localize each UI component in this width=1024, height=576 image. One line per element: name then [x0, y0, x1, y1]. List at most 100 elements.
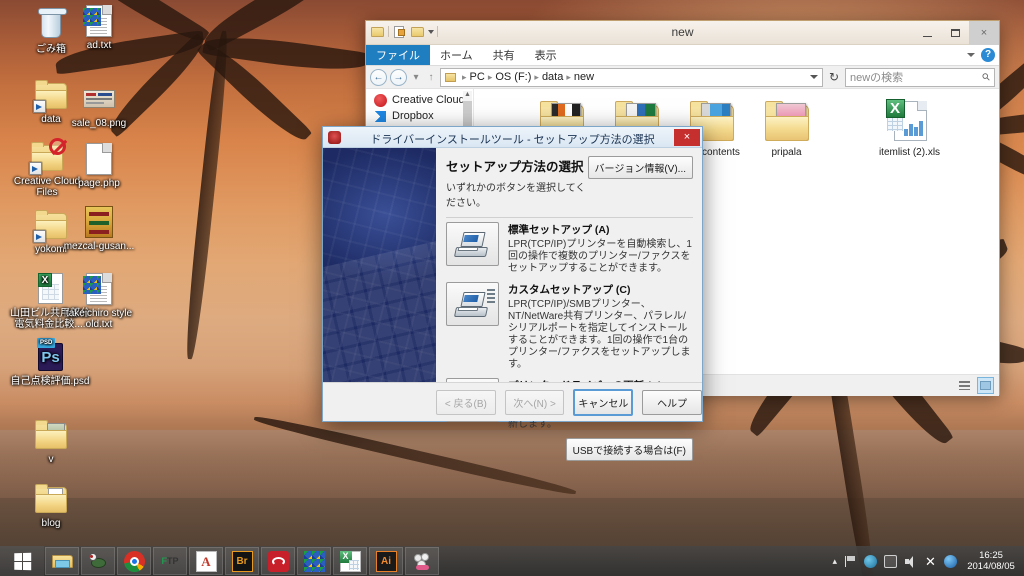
- close-button[interactable]: ×: [969, 21, 999, 45]
- maximize-button[interactable]: [941, 21, 969, 45]
- desktop-icon-takeichiro-style[interactable]: takeichiro style old.txt: [62, 272, 136, 330]
- printer-custom-icon[interactable]: [446, 282, 499, 326]
- address-bar-row[interactable]: ← → ▾ ↑ ▸ PC ▸ OS (F:) ▸ data ▸ new ↻ ne…: [366, 66, 999, 89]
- cancel-button[interactable]: キャンセル: [573, 388, 634, 416]
- dialog-footer: < 戻る(B) 次へ(N) > キャンセル ヘルプ: [323, 382, 703, 421]
- desktop-icon-label: sale_08.png: [71, 118, 127, 129]
- close-x-icon[interactable]: ✕: [924, 555, 937, 568]
- back-button[interactable]: < 戻る(B): [436, 389, 496, 415]
- option-standard-setup[interactable]: 標準セットアップ (A) LPR(TCP/IP)プリンターを自動検索し、1回の操…: [446, 222, 693, 275]
- taskbar-item-painter-app[interactable]: [405, 547, 439, 575]
- dialog-title-bar[interactable]: ドライバーインストールツール - セットアップ方法の選択 ×: [323, 127, 702, 148]
- desktop-icon-blog[interactable]: blog: [14, 482, 88, 529]
- tab-view[interactable]: 表示: [525, 45, 567, 65]
- dialog-header: セットアップ方法の選択 いずれかのボタンを選択してください。 バージョン情報(V…: [446, 156, 693, 209]
- recent-locations-button[interactable]: ▾: [410, 69, 422, 86]
- desktop-icon-label: page.php: [78, 178, 120, 189]
- dialog-content: セットアップ方法の選択 いずれかのボタンを選択してください。 バージョン情報(V…: [436, 148, 702, 461]
- address-input[interactable]: ▸ PC ▸ OS (F:) ▸ data ▸ new: [440, 67, 823, 87]
- desktop-icon-sale-png[interactable]: sale_08.png: [62, 82, 136, 129]
- taskbar-item-google-chrome[interactable]: [117, 547, 151, 575]
- ribbon-right-controls[interactable]: ?: [967, 48, 995, 62]
- blue-sphere-icon[interactable]: [944, 554, 957, 568]
- taskbar-item-turtle-app[interactable]: [81, 547, 115, 575]
- file-item[interactable]: pripala: [749, 95, 824, 162]
- clock[interactable]: 16:25 2014/08/05: [964, 550, 1018, 572]
- option-title: カスタムセットアップ (C): [508, 284, 631, 296]
- tab-home[interactable]: ホーム: [430, 45, 483, 65]
- help-icon[interactable]: ?: [981, 48, 995, 62]
- help-button[interactable]: ヘルプ: [642, 389, 703, 415]
- window-title: new: [671, 25, 694, 39]
- refresh-button[interactable]: ↻: [826, 70, 842, 84]
- chevron-down-icon[interactable]: [967, 53, 975, 57]
- close-button[interactable]: ×: [674, 129, 700, 146]
- sidebar-item-dropbox[interactable]: Dropbox: [366, 108, 473, 124]
- system-tray[interactable]: ▴ ✕ 16:25 2014/08/05: [832, 550, 1024, 572]
- volume-icon[interactable]: [904, 555, 917, 568]
- desktop-icon-ad-txt[interactable]: ad.txt: [62, 4, 136, 51]
- scroll-up-icon[interactable]: ▲: [464, 91, 471, 98]
- action-center-icon[interactable]: [884, 554, 897, 568]
- details-view-button[interactable]: [956, 377, 973, 394]
- sidebar-item-label: Dropbox: [392, 110, 434, 122]
- large-icons-view-button[interactable]: [977, 377, 994, 394]
- file-item[interactable]: X itemlist (2).xls: [872, 95, 947, 162]
- chevron-down-icon[interactable]: [810, 75, 818, 79]
- taskbar-item-xmind[interactable]: [297, 547, 331, 575]
- bridge-icon: Br: [231, 550, 253, 572]
- sidebar-item-creative-cloud[interactable]: Creative Cloud: [366, 92, 473, 108]
- desktop-icon-page-php[interactable]: page.php: [62, 142, 136, 189]
- printer-standard-icon[interactable]: [446, 222, 499, 266]
- tab-share[interactable]: 共有: [483, 45, 525, 65]
- taskbar-item-illustrator[interactable]: Ai: [369, 547, 403, 575]
- desktop-icon-psd[interactable]: Ps PSD 自己点検評価.psd: [10, 338, 90, 387]
- desktop-icon-v-folder[interactable]: v: [14, 418, 88, 465]
- explorer-title-bar[interactable]: new ×: [366, 21, 999, 45]
- illustrator-icon: Ai: [375, 550, 397, 572]
- taskbar[interactable]: FTP A Br X Ai ▴ ✕ 16:25 2014/08/05: [0, 546, 1024, 576]
- show-hidden-icons-button[interactable]: ▴: [832, 556, 837, 567]
- file-name: pripala: [771, 147, 802, 158]
- taskbar-item-excel[interactable]: X: [333, 547, 367, 575]
- breadcrumb-data[interactable]: data: [542, 71, 563, 83]
- breadcrumb-os-drive[interactable]: OS (F:): [495, 71, 531, 83]
- desktop-icon-mezcal[interactable]: mezcal-gusan...: [62, 205, 136, 252]
- folder-icon: [445, 72, 456, 82]
- search-placeholder: newの検索: [850, 72, 904, 84]
- next-button[interactable]: 次へ(N) >: [504, 389, 565, 415]
- folder-icon: [34, 482, 68, 516]
- option-custom-setup[interactable]: カスタムセットアップ (C) LPR(TCP/IP)/SMBプリンター、NT/N…: [446, 282, 693, 371]
- minimize-button[interactable]: [913, 21, 941, 45]
- windows-logo-icon: [13, 552, 31, 570]
- taskbar-item-adobe-bridge[interactable]: Br: [225, 547, 259, 575]
- usb-connect-button[interactable]: USBで接続する場合は(F): [565, 438, 693, 461]
- taskbar-item-file-explorer[interactable]: [45, 547, 79, 575]
- up-button[interactable]: ↑: [425, 69, 437, 86]
- taskbar-item-ffftp[interactable]: FTP: [153, 547, 187, 575]
- version-info-button[interactable]: バージョン情報(V)...: [587, 156, 693, 179]
- dialog-subheading: いずれかのボタンを選択してください。: [446, 183, 586, 209]
- back-button[interactable]: ←: [370, 68, 387, 86]
- breadcrumb-pc[interactable]: PC: [470, 71, 485, 83]
- search-input[interactable]: newの検索 ⚲: [845, 67, 995, 87]
- network-globe-icon[interactable]: [864, 554, 877, 568]
- ribbon-tab-bar[interactable]: ファイル ホーム 共有 表示 ?: [366, 45, 999, 66]
- desktop-icon-label: 自己点検評価.psd: [10, 376, 90, 387]
- window-controls[interactable]: ×: [913, 21, 999, 45]
- tab-file[interactable]: ファイル: [366, 45, 430, 65]
- taskbar-item-creative-cloud[interactable]: [261, 547, 295, 575]
- excel-file-icon: X: [884, 99, 936, 145]
- start-button[interactable]: [0, 546, 44, 576]
- breadcrumb-separator: ▸: [534, 71, 539, 82]
- network-flag-icon[interactable]: [844, 555, 857, 568]
- folder-preview-icon: [34, 418, 68, 452]
- folder-icon: [761, 99, 813, 145]
- taskbar-item-adobe-reader[interactable]: A: [189, 547, 223, 575]
- dropbox-icon: [374, 110, 387, 123]
- forward-button[interactable]: →: [390, 68, 407, 86]
- desktop-icon-label: v: [48, 454, 54, 465]
- bottle-image-icon: [82, 205, 116, 239]
- breadcrumb-new[interactable]: new: [574, 71, 594, 83]
- driver-install-dialog[interactable]: ドライバーインストールツール - セットアップ方法の選択 × セットアップ方法の…: [322, 126, 703, 461]
